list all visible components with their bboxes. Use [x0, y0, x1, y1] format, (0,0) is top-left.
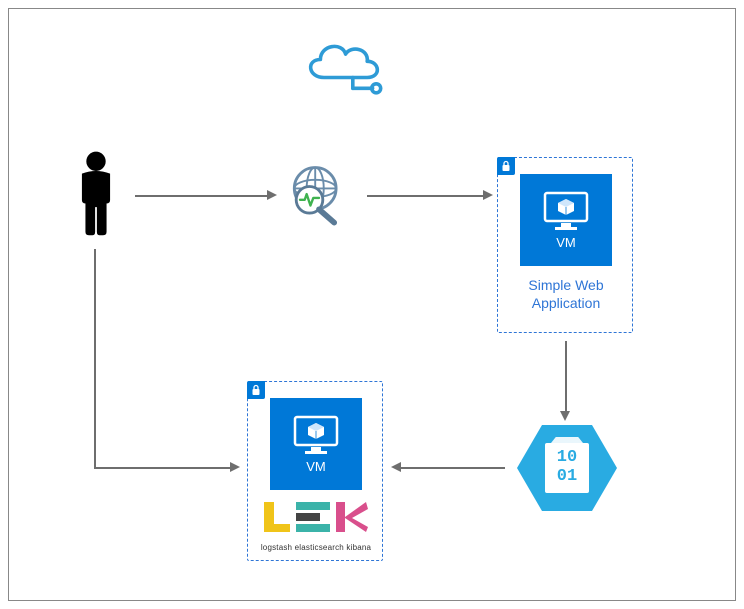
vm-tile-elk: VM — [270, 398, 362, 490]
elk-sub-logstash: logstash — [261, 543, 292, 552]
elk-sub-elasticsearch: elasticsearch — [295, 543, 344, 552]
vm-monitor-icon — [293, 415, 339, 455]
elk-letters-icon — [260, 500, 372, 536]
elk-subtitle: logstash elasticsearch kibana — [260, 543, 372, 552]
bits-row-top: 10 — [557, 449, 577, 468]
data-hexagon: 10 01 — [517, 425, 617, 511]
vm-label: VM — [306, 459, 326, 474]
diagram-canvas: VM Simple Web Application VM — [8, 8, 736, 601]
bits-row-bottom: 01 — [557, 468, 577, 487]
lock-icon — [247, 381, 265, 399]
vm-label: VM — [556, 235, 576, 250]
vm-webapp-caption: Simple Web Application — [498, 276, 634, 312]
vm-tile-webapp: VM — [520, 174, 612, 266]
vm-webapp-container: VM Simple Web Application — [497, 157, 633, 333]
cloud-icon — [297, 31, 387, 97]
lock-icon — [497, 157, 515, 175]
vm-elk-container: VM logstash elasticsearch kibana — [247, 381, 383, 561]
web-search-icon — [281, 161, 357, 231]
binary-data-icon: 10 01 — [545, 443, 589, 493]
elk-logo: logstash elasticsearch kibana — [260, 500, 372, 552]
user-icon — [69, 149, 123, 237]
elk-sub-kibana: kibana — [346, 543, 371, 552]
vm-monitor-icon — [543, 191, 589, 231]
